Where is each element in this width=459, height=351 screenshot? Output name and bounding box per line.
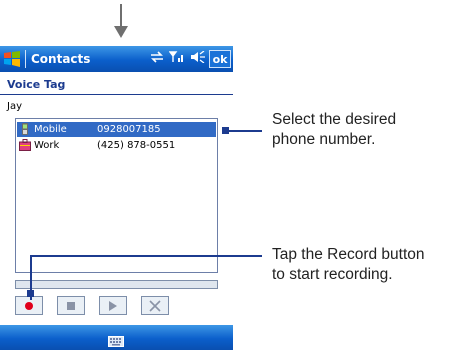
- keyboard-icon[interactable]: [108, 332, 124, 347]
- mobile-phone-icon: [19, 123, 31, 135]
- work-briefcase-icon: [19, 139, 31, 151]
- contact-name: Jay: [7, 101, 22, 112]
- volume-icon[interactable]: [190, 50, 206, 66]
- pointer-arrow-line: [120, 4, 122, 26]
- number-type-label: Work: [34, 140, 60, 151]
- number-type-label: Mobile: [34, 124, 67, 135]
- record-callout: Tap the Record button to start recording…: [272, 245, 425, 285]
- play-button[interactable]: [99, 296, 127, 315]
- play-icon: [100, 297, 126, 314]
- callout-text-line: Select the desired: [272, 111, 397, 128]
- ok-button[interactable]: ok: [209, 50, 231, 68]
- page-title: Voice Tag: [7, 78, 66, 91]
- callout-line: [30, 255, 262, 257]
- list-item-mobile[interactable]: Mobile 0928007185: [17, 122, 216, 137]
- signal-strength-icon[interactable]: [168, 51, 190, 66]
- status-icons: [150, 49, 206, 69]
- callout-marker: [27, 290, 34, 297]
- app-title: Contacts: [31, 52, 91, 66]
- connectivity-icon[interactable]: [150, 51, 169, 66]
- callout-text-line: to start recording.: [272, 266, 393, 283]
- select-number-callout: Select the desired phone number.: [272, 110, 396, 150]
- record-icon: [16, 297, 42, 314]
- callout-text-line: phone number.: [272, 131, 376, 148]
- callout-text-line: Tap the Record button: [272, 246, 425, 263]
- delete-icon: [142, 297, 168, 314]
- record-button[interactable]: [15, 296, 43, 315]
- recording-progress-bar: [15, 280, 218, 289]
- pointer-arrow-icon: [114, 26, 128, 38]
- title-divider: [25, 50, 26, 68]
- stop-icon: [58, 297, 84, 314]
- phone-number: 0928007185: [97, 124, 161, 135]
- delete-button[interactable]: [141, 296, 169, 315]
- phone-number: (425) 878-0551: [97, 140, 176, 151]
- header-divider: [0, 94, 233, 95]
- list-item-work[interactable]: Work (425) 878-0551: [17, 138, 216, 153]
- stop-button[interactable]: [57, 296, 85, 315]
- callout-line: [228, 130, 262, 132]
- windows-start-icon[interactable]: [3, 50, 21, 68]
